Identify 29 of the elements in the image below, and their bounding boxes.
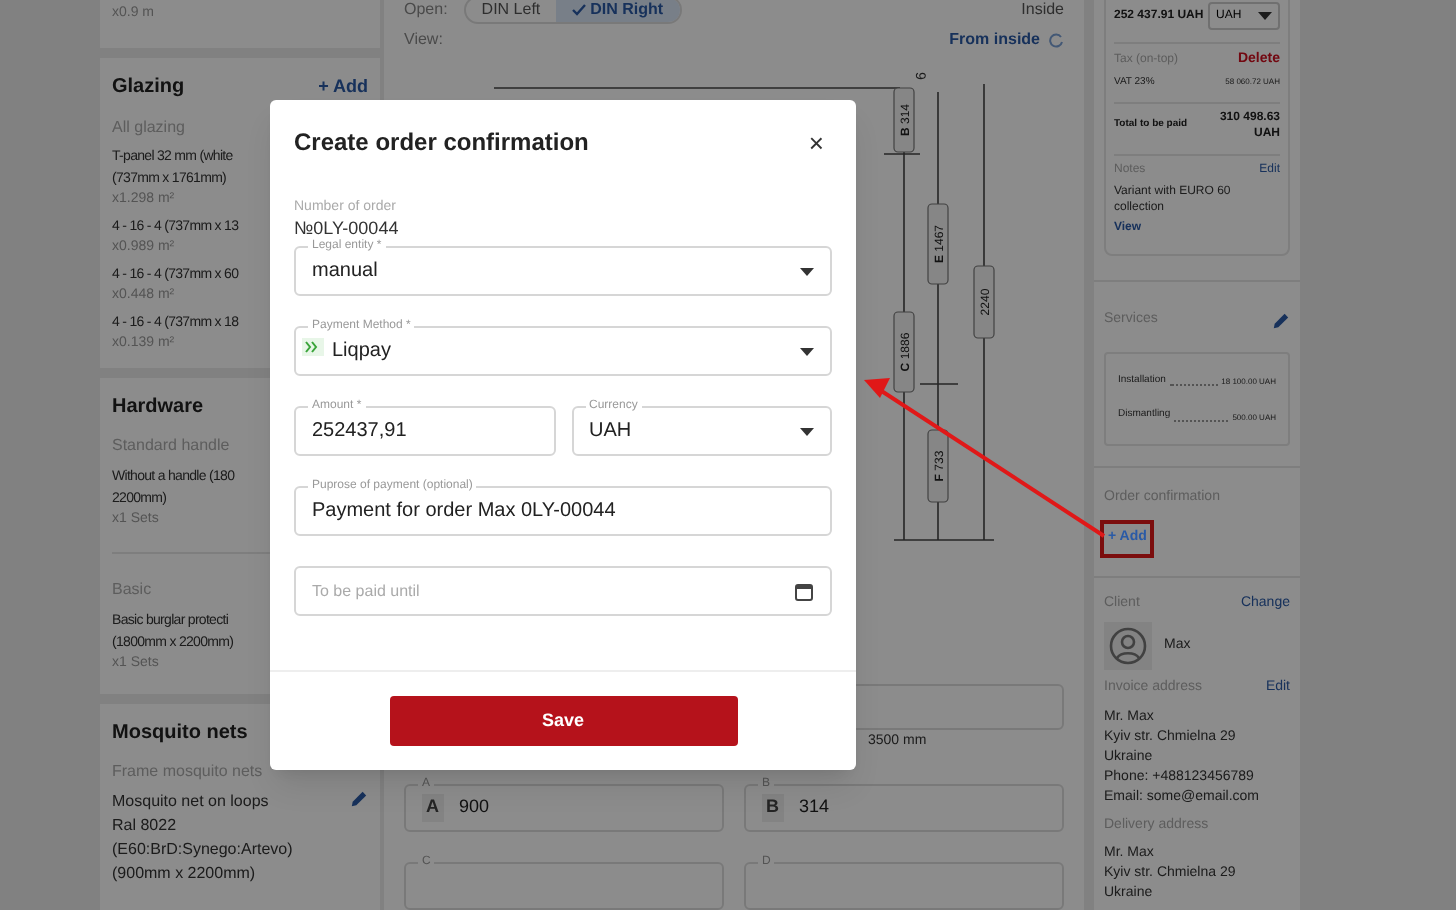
letter-badge: A bbox=[422, 794, 443, 822]
calendar-icon[interactable] bbox=[794, 581, 814, 601]
toggle-option[interactable]: DIN Right bbox=[556, 0, 680, 22]
field-label: View: bbox=[404, 27, 443, 52]
side-text: Inside bbox=[1021, 0, 1064, 22]
refresh-icon[interactable] bbox=[1048, 31, 1064, 48]
pencil-icon[interactable] bbox=[1272, 311, 1290, 330]
item-name: Mosquito net on loops Ral 8022 (E60:BrD:Synego:Artevo) (900mm x 2200mm) bbox=[112, 790, 295, 886]
dropdown-caret-icon bbox=[800, 267, 814, 275]
letter-badge: B bbox=[762, 794, 783, 822]
avatar-icon bbox=[1104, 622, 1152, 670]
save-button[interactable]: Save bbox=[389, 696, 737, 746]
payment-logo-icon bbox=[302, 338, 324, 356]
dropdown-caret-icon bbox=[1258, 12, 1272, 20]
field-label: Open: bbox=[404, 0, 448, 22]
section-title: Glazing bbox=[112, 74, 185, 102]
dropdown-caret-icon bbox=[800, 427, 814, 435]
dropdown-caret-icon bbox=[800, 347, 814, 355]
close-button[interactable]: × bbox=[800, 129, 832, 155]
pencil-icon[interactable] bbox=[350, 790, 368, 808]
add-link[interactable]: + Add bbox=[318, 73, 368, 101]
toggle-option[interactable]: DIN Left bbox=[465, 0, 557, 22]
section-title: Mosquito nets bbox=[112, 720, 248, 748]
order-number: №0LY-00044 bbox=[294, 218, 401, 239]
dialog-title: Create order confirmation bbox=[294, 126, 589, 160]
view-link[interactable]: From inside bbox=[949, 27, 1040, 52]
section-title: Hardware bbox=[112, 394, 204, 422]
date-field[interactable]: To be paid until bbox=[294, 566, 832, 616]
check-icon bbox=[572, 4, 587, 16]
